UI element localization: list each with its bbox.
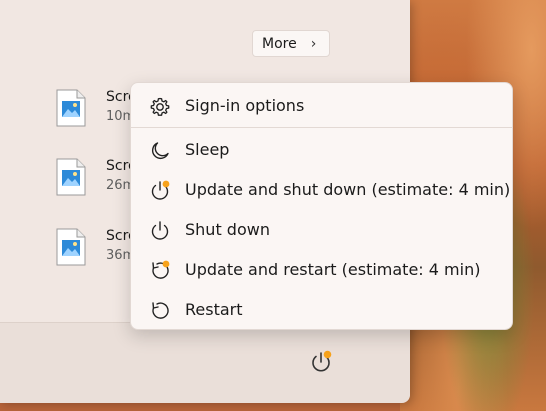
recent-file-item[interactable]: Scre 26m — [56, 158, 137, 202]
menu-item-label: Sleep — [185, 140, 230, 159]
power-icon — [151, 221, 169, 240]
image-file-icon — [56, 228, 86, 266]
restart-update-icon — [152, 260, 170, 279]
power-update-icon — [151, 180, 170, 200]
start-menu-footer — [0, 322, 410, 403]
power-menu: Sign-in options Sleep Update and shut do… — [130, 82, 513, 330]
recent-file-item[interactable]: Scre 36m — [56, 228, 137, 272]
power-update-icon[interactable] — [307, 349, 335, 377]
menu-item-sign-in-options[interactable]: Sign-in options — [135, 88, 508, 124]
more-button-label: More — [262, 35, 297, 52]
menu-item-label: Restart — [185, 300, 243, 319]
chevron-right-icon: › — [310, 35, 317, 52]
menu-item-sleep[interactable]: Sleep — [135, 132, 508, 168]
menu-item-label: Update and restart (estimate: 4 min) — [185, 260, 481, 279]
menu-item-shut-down[interactable]: Shut down — [135, 212, 508, 248]
menu-item-label: Sign-in options — [185, 96, 305, 115]
menu-item-label: Shut down — [185, 220, 270, 239]
recent-file-item[interactable]: Scre 10m — [56, 89, 137, 133]
moon-icon — [151, 142, 169, 160]
gear-icon — [150, 97, 170, 116]
menu-item-update-and-restart[interactable]: Update and restart (estimate: 4 min) — [135, 252, 508, 288]
menu-item-update-and-shut-down[interactable]: Update and shut down (estimate: 4 min) — [135, 172, 511, 208]
image-file-icon — [56, 158, 86, 196]
restart-icon — [152, 302, 169, 319]
image-file-icon — [56, 89, 86, 127]
menu-item-restart[interactable]: Restart — [135, 292, 508, 328]
menu-separator — [131, 127, 512, 128]
more-button[interactable]: More › — [252, 30, 330, 57]
menu-item-label: Update and shut down (estimate: 4 min) — [185, 180, 511, 199]
